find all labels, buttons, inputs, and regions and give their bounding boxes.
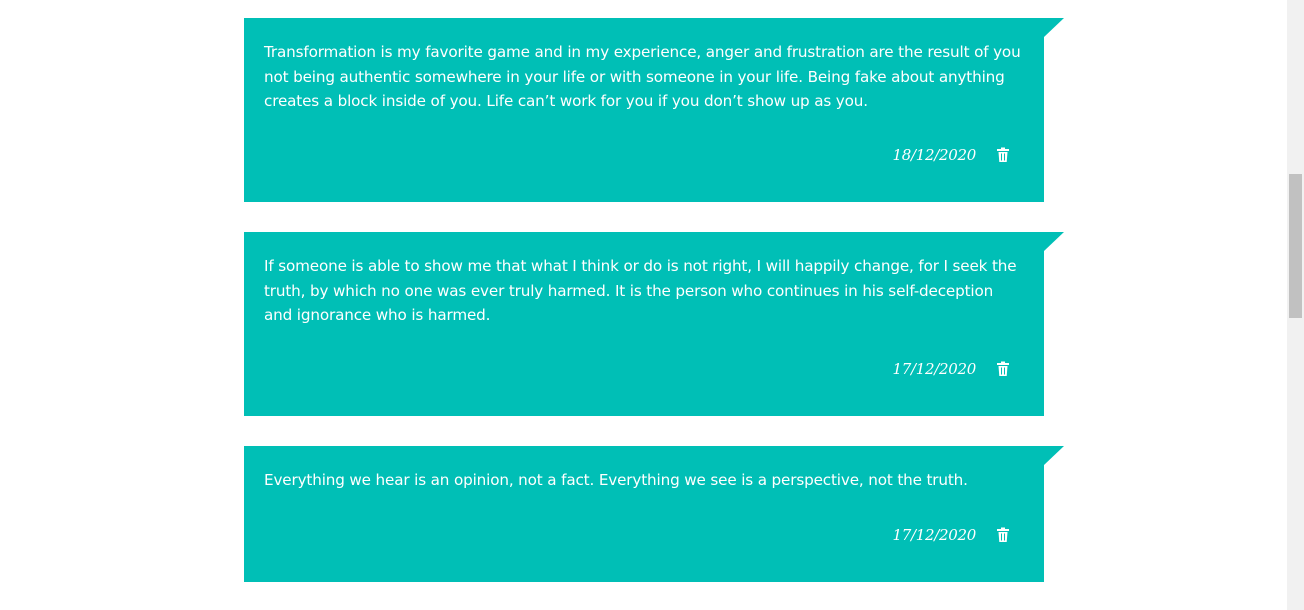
note-meta: 18/12/2020	[893, 146, 1010, 164]
note-meta: 17/12/2020	[893, 360, 1010, 378]
note-text: If someone is able to show me that what …	[264, 257, 1017, 324]
note-date: 17/12/2020	[892, 360, 977, 378]
note-text: Transformation is my favorite game and i…	[264, 43, 1021, 110]
note-date: 18/12/2020	[892, 146, 977, 164]
note-text: Everything we hear is an opinion, not a …	[264, 471, 968, 489]
note-card: Transformation is my favorite game and i…	[244, 18, 1064, 202]
note-card: If someone is able to show me that what …	[244, 232, 1064, 416]
trash-icon[interactable]	[996, 361, 1010, 377]
note-meta: 17/12/2020	[893, 526, 1010, 544]
vertical-scrollbar[interactable]	[1287, 0, 1304, 610]
note-corner-tab	[1044, 18, 1064, 37]
trash-icon[interactable]	[996, 527, 1010, 543]
scrollbar-thumb[interactable]	[1289, 174, 1302, 318]
note-corner-tab	[1044, 232, 1064, 251]
trash-icon[interactable]	[996, 147, 1010, 163]
note-card: Everything we hear is an opinion, not a …	[244, 446, 1064, 582]
page: Transformation is my favorite game and i…	[0, 0, 1304, 610]
note-corner-tab	[1044, 446, 1064, 465]
note-date: 17/12/2020	[892, 526, 977, 544]
